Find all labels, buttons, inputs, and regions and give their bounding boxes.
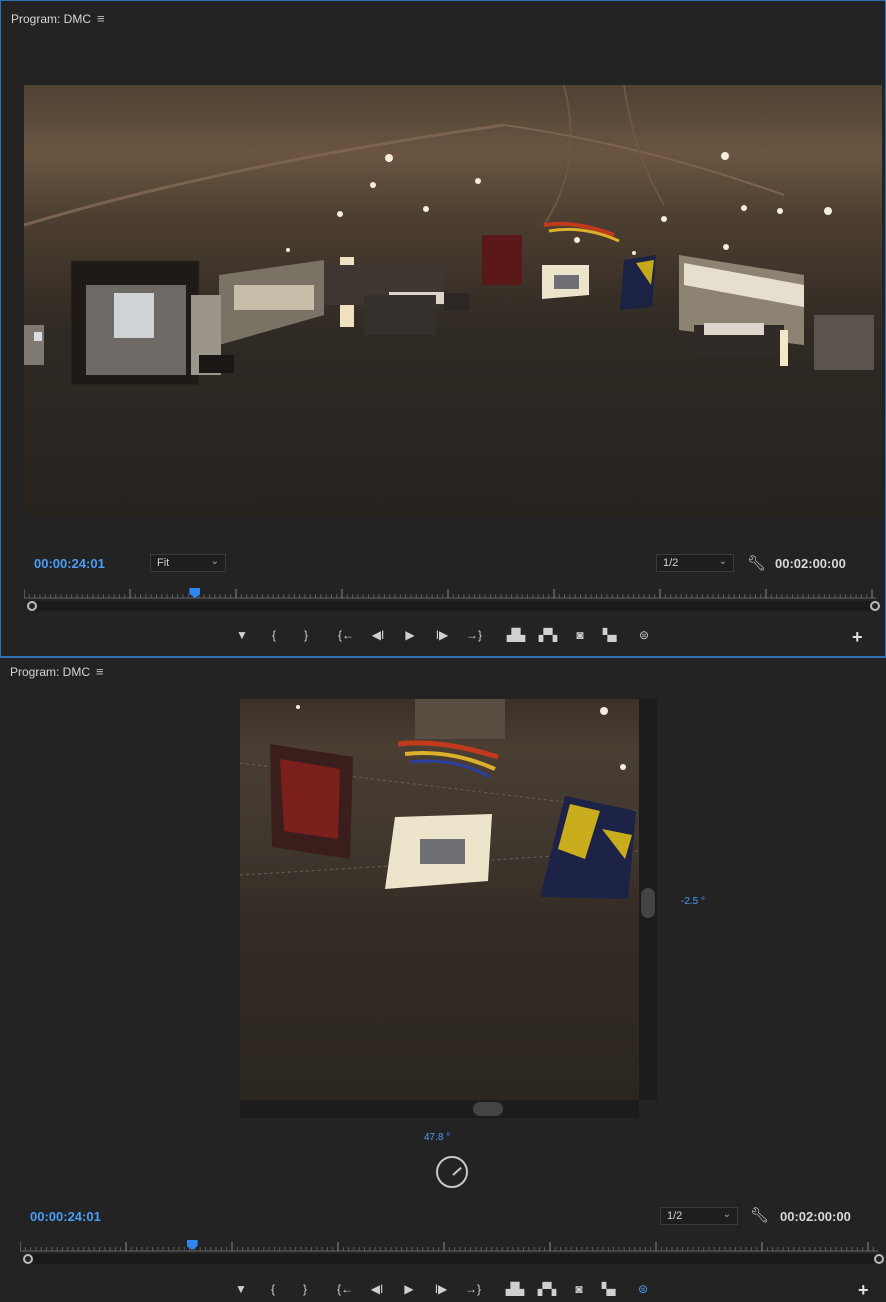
transport-controls: ▼{} {← ◀I ▶ I▶ →} ▟▙ ▞▚ ◙ ▚▖ ⊜ <box>226 628 660 642</box>
transport-controls: ▼{} {← ◀I ▶ I▶ →} ▟▙ ▞▚ ◙ ▚▖ ⊜ <box>225 1282 659 1296</box>
step-back-button[interactable]: ◀I <box>361 1282 393 1296</box>
button-editor-plus-icon[interactable]: + <box>852 627 863 648</box>
comparison-view-button[interactable]: ▚▖ <box>596 628 628 642</box>
extract-button[interactable]: ▞▚ <box>531 1282 563 1296</box>
scrollbar-right-handle[interactable] <box>870 601 880 611</box>
wrench-icon[interactable]: 🔧︎ <box>750 1206 769 1224</box>
step-forward-button[interactable]: I▶ <box>425 1282 457 1296</box>
play-button[interactable]: ▶ <box>394 628 426 642</box>
go-to-out-button[interactable]: →} <box>457 1282 489 1296</box>
playback-resolution-value: 1/2 <box>663 557 679 569</box>
zoom-scrollbar[interactable] <box>31 601 874 611</box>
playback-resolution-select[interactable]: 1/2 ⌄ <box>660 1207 738 1225</box>
time-ruler[interactable] <box>20 1242 878 1252</box>
horizontal-angle-thumb[interactable] <box>473 1102 503 1116</box>
go-to-in-button[interactable]: {← <box>329 1282 361 1296</box>
program-monitor-panel-1: Program: DMC ≡ 00:00:24:01 Fit ⌄ 1/2 ⌄ 🔧… <box>0 0 886 658</box>
panel-title: Program: DMC <box>11 11 92 26</box>
zoom-scrollbar[interactable] <box>28 1254 878 1264</box>
panel-menu-icon[interactable]: ≡ <box>96 664 104 679</box>
go-to-out-button[interactable]: →} <box>458 628 490 642</box>
panel-header: Program: DMC ≡ <box>11 11 105 26</box>
export-frame-button[interactable]: ◙ <box>564 628 596 642</box>
marker-button[interactable]: ▼ <box>225 1282 257 1296</box>
zoom-level-value: Fit <box>157 557 170 569</box>
wrench-icon[interactable]: 🔧︎ <box>747 554 766 572</box>
playback-resolution-value: 1/2 <box>667 1210 683 1222</box>
program-video-frame <box>24 85 882 516</box>
time-ruler[interactable] <box>24 589 876 599</box>
horizontal-angle-scrollbar[interactable] <box>240 1100 639 1118</box>
panel-header: Program: DMC ≡ <box>10 664 104 679</box>
playback-resolution-select[interactable]: 1/2 ⌄ <box>656 554 734 572</box>
mark-in-button[interactable]: { <box>257 1282 289 1296</box>
mark-out-button[interactable]: } <box>289 1282 321 1296</box>
marker-button[interactable]: ▼ <box>226 628 258 642</box>
current-timecode[interactable]: 00:00:24:01 <box>30 1209 101 1224</box>
extract-button[interactable]: ▞▚ <box>532 628 564 642</box>
scrollbar-right-handle[interactable] <box>874 1254 884 1264</box>
vr-video-toggle-button[interactable]: ⊜ <box>627 1282 659 1296</box>
step-back-button[interactable]: ◀I <box>362 628 394 642</box>
button-editor-plus-icon[interactable]: + <box>858 1280 869 1301</box>
mark-in-button[interactable]: { <box>258 628 290 642</box>
equirectangular-scene <box>24 85 874 386</box>
vr-scene <box>240 699 639 899</box>
lift-button[interactable]: ▟▙ <box>500 628 532 642</box>
comparison-view-button[interactable]: ▚▖ <box>595 1282 627 1296</box>
panel-menu-icon[interactable]: ≡ <box>97 11 105 26</box>
step-forward-button[interactable]: I▶ <box>426 628 458 642</box>
go-to-in-button[interactable]: {← <box>330 628 362 642</box>
vr-video-frame <box>240 699 639 1100</box>
vertical-angle-label: -2.5 ° <box>681 896 706 907</box>
duration-timecode: 00:02:00:00 <box>780 1209 851 1224</box>
current-timecode[interactable]: 00:00:24:01 <box>34 556 105 571</box>
panel-title: Program: DMC <box>10 664 91 679</box>
chevron-down-icon: ⌄ <box>210 556 219 567</box>
play-button[interactable]: ▶ <box>393 1282 425 1296</box>
vertical-angle-thumb[interactable] <box>641 888 655 918</box>
rotation-dial-icon[interactable] <box>436 1156 468 1188</box>
zoom-level-select[interactable]: Fit ⌄ <box>150 554 226 572</box>
scrollbar-left-handle[interactable] <box>27 601 37 611</box>
mark-out-button[interactable]: } <box>290 628 322 642</box>
duration-timecode: 00:02:00:00 <box>775 556 846 571</box>
lift-button[interactable]: ▟▙ <box>499 1282 531 1296</box>
scrollbar-left-handle[interactable] <box>23 1254 33 1264</box>
chevron-down-icon: ⌄ <box>722 1209 731 1220</box>
chevron-down-icon: ⌄ <box>718 556 727 567</box>
horizontal-angle-label: 47.8 ° <box>424 1132 451 1143</box>
export-frame-button[interactable]: ◙ <box>563 1282 595 1296</box>
vr-video-toggle-button[interactable]: ⊜ <box>628 628 660 642</box>
